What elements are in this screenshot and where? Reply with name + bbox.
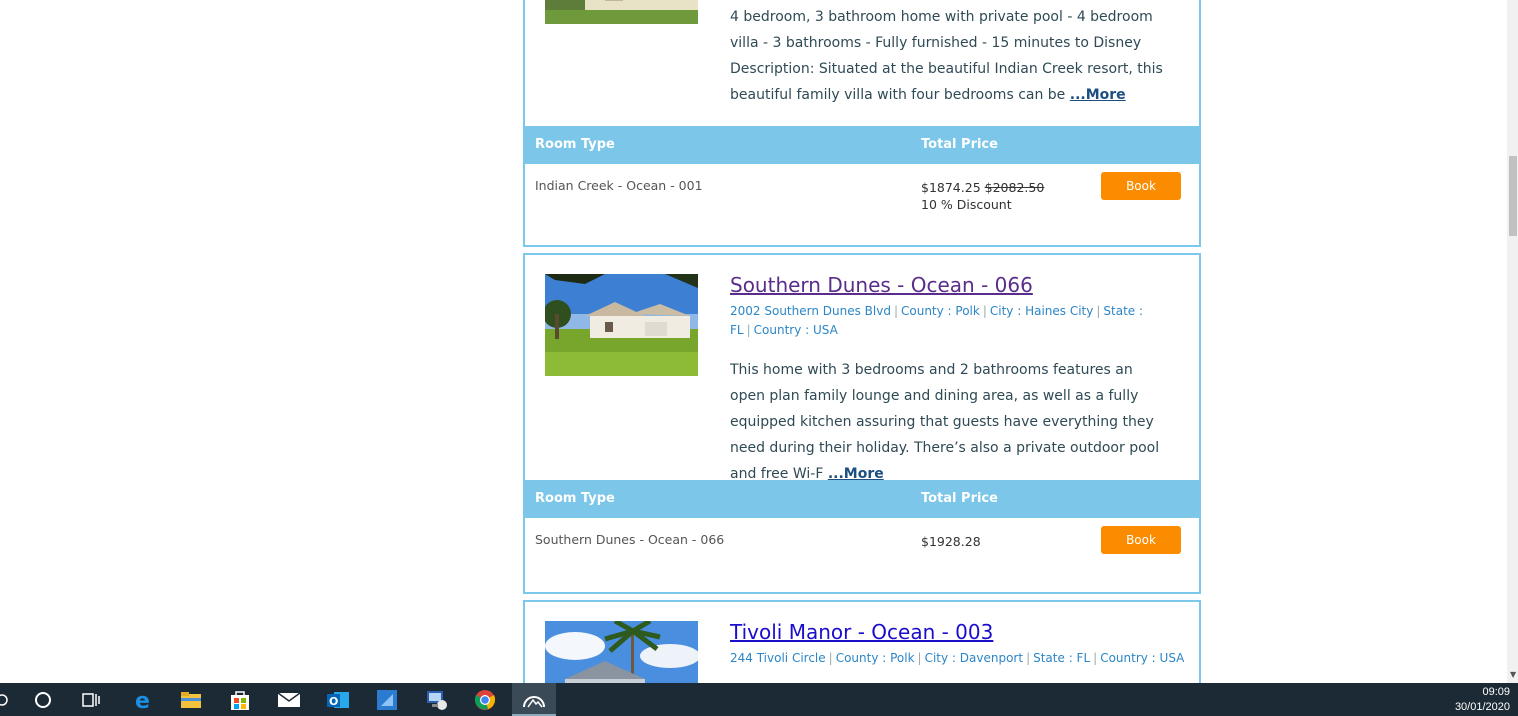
- scrollbar-thumb[interactable]: [1509, 156, 1517, 236]
- room-type-header: Room Type: [535, 491, 615, 506]
- system-clock[interactable]: 09:09 30/01/2020: [1455, 685, 1510, 715]
- cortana-icon[interactable]: [21, 683, 65, 716]
- county: County : Polk: [835, 651, 915, 665]
- discount-label: 10 % Discount: [921, 197, 1012, 212]
- listing-description: 4 bedroom, 3 bathroom home with private …: [730, 9, 1163, 103]
- scroll-down-arrow-icon[interactable]: ▼: [1510, 670, 1516, 679]
- country: Country : USA: [1100, 651, 1185, 665]
- store-icon[interactable]: [218, 683, 262, 716]
- listing-description: This home with 3 bedrooms and 2 bathroom…: [730, 362, 1160, 482]
- book-button[interactable]: Book: [1101, 526, 1181, 554]
- room-table-header: Room Type Total Price: [525, 126, 1199, 164]
- room-table-header: Room Type Total Price: [525, 480, 1199, 518]
- street-address: 244 Tivoli Circle: [730, 651, 826, 665]
- browser-viewport: 4 bedroom, 3 bathroom home with private …: [0, 0, 1507, 683]
- remote-desktop-icon[interactable]: [365, 683, 409, 716]
- outlook-icon[interactable]: O: [316, 683, 360, 716]
- chrome-icon[interactable]: [463, 683, 507, 716]
- listing-card: Southern Dunes - Ocean - 066 2002 Southe…: [523, 253, 1201, 594]
- photos-icon[interactable]: [512, 683, 556, 716]
- street-address: 2002 Southern Dunes Blvd: [730, 304, 891, 318]
- current-price: $1928.28: [921, 534, 981, 549]
- more-link[interactable]: ...More: [1070, 87, 1126, 103]
- room-type-header: Room Type: [535, 137, 615, 152]
- taskbar: e O 09:09 30/01/2020: [0, 683, 1518, 716]
- county: County : Polk: [901, 304, 980, 318]
- listing-card: 4 bedroom, 3 bathroom home with private …: [523, 0, 1201, 247]
- listing-address: 2002 Southern Dunes Blvd | County : Polk | C…: [730, 304, 1144, 337]
- listing-title-link[interactable]: Southern Dunes - Ocean - 066: [730, 273, 1033, 297]
- listing-card: Tivoli Manor - Ocean - 003 244 Tivoli Ci…: [523, 600, 1201, 683]
- room-name: Southern Dunes - Ocean - 066: [535, 532, 725, 547]
- clock-time: 09:09: [1482, 686, 1510, 698]
- current-price: $1874.25: [921, 180, 981, 195]
- listing-photo[interactable]: [545, 0, 698, 24]
- edge-icon[interactable]: e: [121, 683, 165, 716]
- listing-title-link[interactable]: Tivoli Manor - Ocean - 003: [730, 620, 993, 644]
- listing-photo[interactable]: [545, 621, 698, 683]
- network-tool-icon[interactable]: [414, 683, 458, 716]
- vertical-scrollbar[interactable]: [1507, 0, 1518, 683]
- price-cell: $1928.28: [921, 533, 981, 550]
- total-price-header: Total Price: [921, 137, 998, 152]
- country: Country : USA: [753, 323, 838, 337]
- svg-text:O: O: [329, 695, 338, 708]
- clock-date: 30/01/2020: [1454, 701, 1510, 713]
- file-explorer-icon[interactable]: [169, 683, 213, 716]
- listing-photo[interactable]: [545, 274, 698, 376]
- city: City : Davenport: [924, 651, 1024, 665]
- total-price-header: Total Price: [921, 491, 998, 506]
- room-name: Indian Creek - Ocean - 001: [535, 178, 703, 193]
- city: City : Haines City: [989, 304, 1094, 318]
- svg-text:e: e: [135, 689, 150, 711]
- state: State : FL: [1033, 651, 1091, 665]
- price-cell: $1874.25 $2082.50 10 % Discount: [921, 179, 1044, 213]
- book-button[interactable]: Book: [1101, 172, 1181, 200]
- task-view-icon[interactable]: [69, 683, 113, 716]
- mail-icon[interactable]: [267, 683, 311, 716]
- listing-address: 244 Tivoli Circle | County : Polk | City : D…: [730, 651, 1185, 665]
- old-price: $2082.50: [984, 180, 1045, 195]
